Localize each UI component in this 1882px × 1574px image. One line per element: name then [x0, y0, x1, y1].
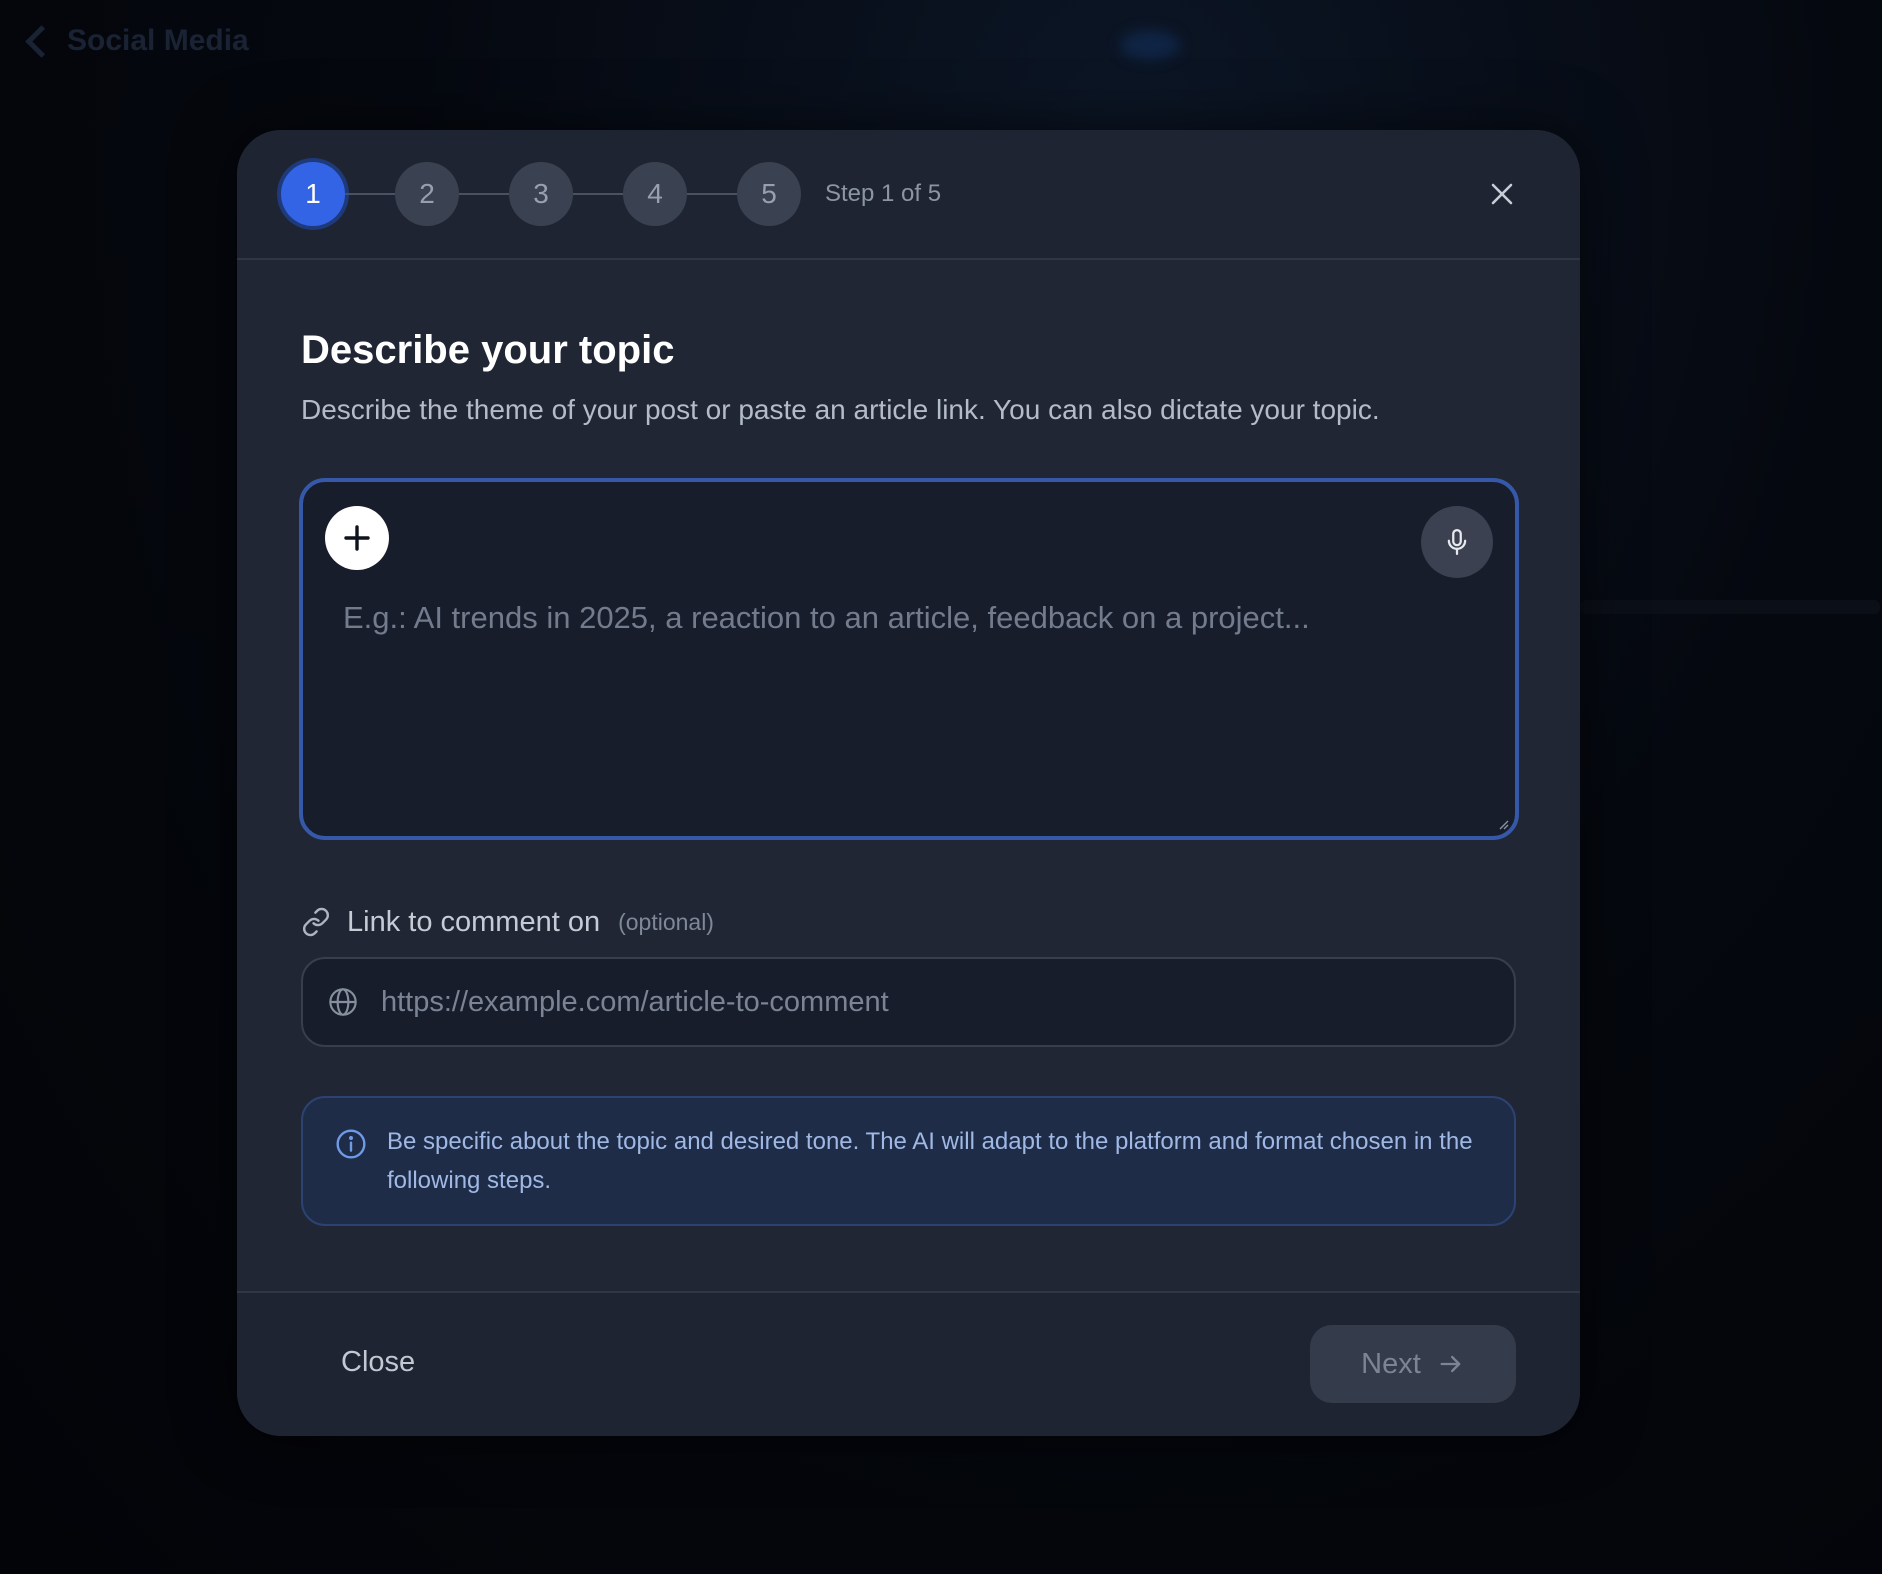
- link-label: Link to comment on: [347, 905, 601, 938]
- url-input[interactable]: [381, 985, 1514, 1019]
- background-back-link: Social Media: [22, 24, 249, 58]
- step-4: 4: [623, 162, 687, 226]
- step-status-text: Step 1 of 5: [825, 180, 942, 207]
- step-connector: [573, 193, 623, 195]
- step-3: 3: [509, 162, 573, 226]
- modal-subtitle: Describe the theme of your post or paste…: [301, 394, 1380, 425]
- next-button[interactable]: Next: [1310, 1325, 1516, 1403]
- chevron-left-icon: [25, 24, 58, 58]
- optional-hint: (optional): [618, 908, 714, 935]
- step-2: 2: [395, 162, 459, 226]
- add-attachment-button[interactable]: [325, 506, 389, 570]
- create-post-modal: 1 2 3 4 5 Step 1 of 5 Describe your topi…: [237, 130, 1580, 1436]
- step-connector: [459, 193, 509, 195]
- globe-icon: [329, 988, 357, 1016]
- modal-footer: Close Next: [237, 1291, 1580, 1436]
- resize-handle-icon[interactable]: [1497, 818, 1509, 830]
- stepper: 1 2 3 4 5 Step 1 of 5: [281, 162, 941, 226]
- arrow-right-icon: [1440, 1355, 1461, 1373]
- url-input-box: [301, 957, 1516, 1047]
- microphone-icon: [1447, 529, 1467, 555]
- close-button[interactable]: Close: [301, 1323, 455, 1401]
- info-text: Be specific about the topic and desired …: [387, 1128, 1473, 1194]
- step-1: 1: [281, 162, 345, 226]
- background-back-label: Social Media: [67, 24, 249, 57]
- dictate-button[interactable]: [1421, 506, 1493, 578]
- step-connector: [687, 193, 737, 195]
- background-decoration: [1120, 30, 1180, 60]
- background-text-line: [1580, 600, 1880, 614]
- modal-title: Describe your topic: [301, 328, 675, 372]
- topic-textarea[interactable]: [343, 592, 1343, 812]
- step-5: 5: [737, 162, 801, 226]
- link-label-row: Link to comment on (optional): [301, 902, 714, 942]
- plus-icon: [344, 525, 370, 551]
- close-icon[interactable]: [1486, 178, 1518, 210]
- info-icon: [336, 1129, 366, 1159]
- next-label: Next: [1361, 1347, 1421, 1380]
- info-callout: Be specific about the topic and desired …: [301, 1096, 1516, 1226]
- modal-header: 1 2 3 4 5 Step 1 of 5: [237, 130, 1580, 260]
- topic-input-box: [299, 478, 1519, 840]
- link-icon: [303, 907, 329, 937]
- step-connector: [345, 193, 395, 195]
